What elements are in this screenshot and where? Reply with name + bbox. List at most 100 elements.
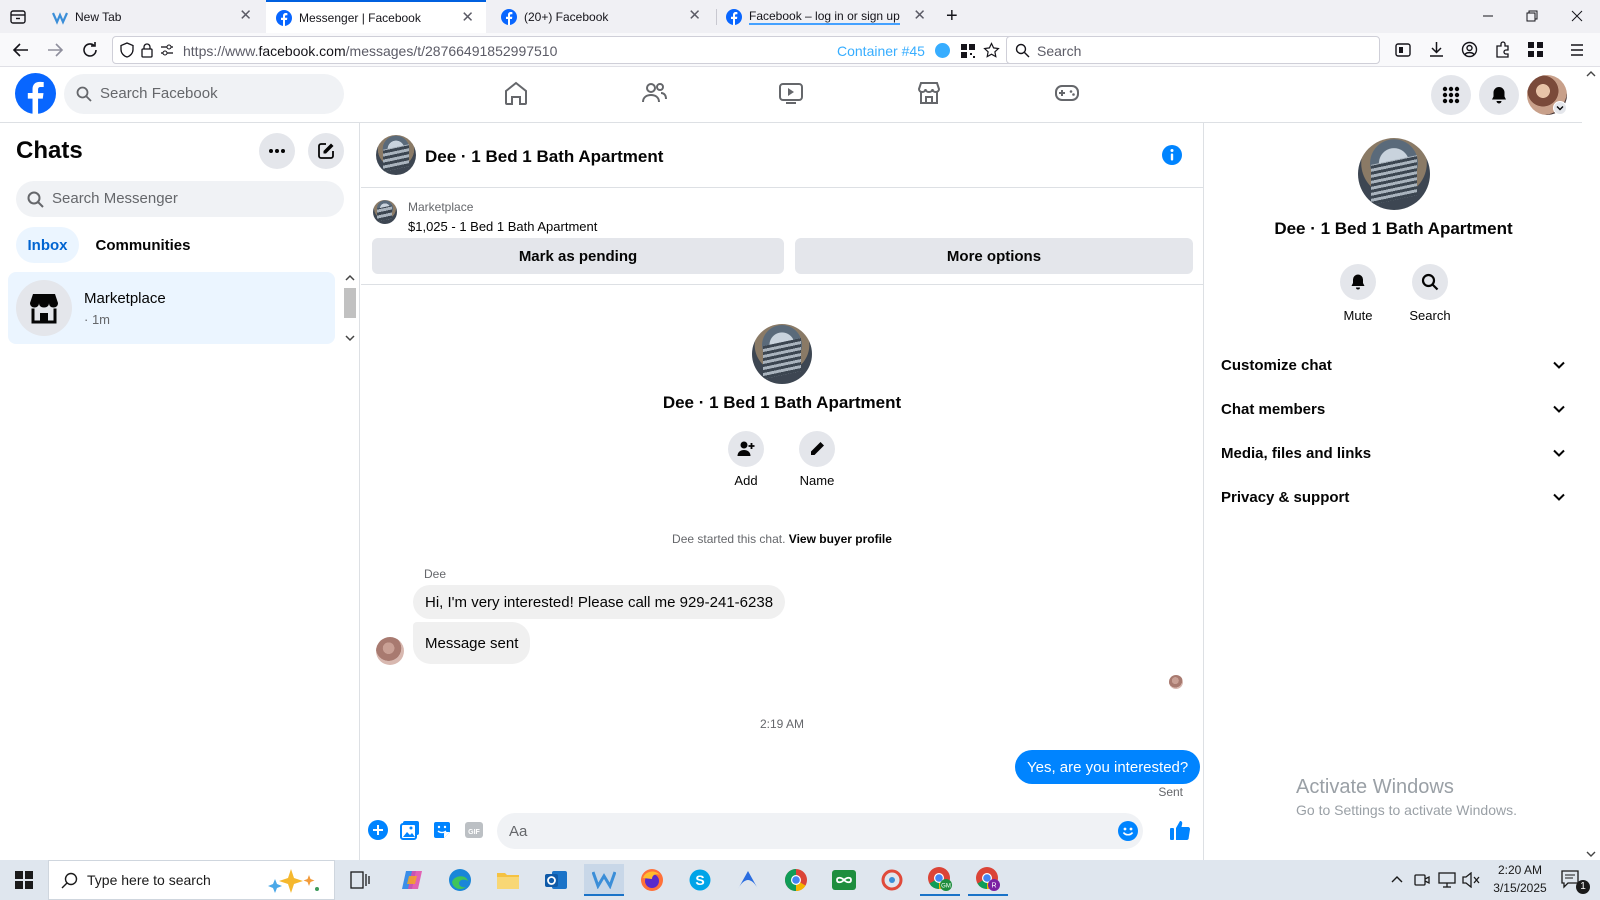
edge-browser-icon[interactable] (440, 864, 480, 896)
mark-as-pending-button[interactable]: Mark as pending (372, 238, 784, 274)
tab-list-icon[interactable] (9, 8, 27, 26)
extensions-icon[interactable] (1494, 41, 1511, 58)
customize-chat-section[interactable]: Customize chat (1221, 353, 1566, 377)
reader-view-icon[interactable] (1395, 42, 1411, 58)
listing-thumbnail[interactable] (373, 200, 397, 224)
info-icon[interactable] (1161, 144, 1183, 166)
tab-new-tab[interactable]: New Tab ✕ (42, 0, 264, 33)
back-arrow-icon[interactable] (12, 41, 30, 59)
nav-watch-icon[interactable] (778, 80, 804, 106)
sticker-icon[interactable] (432, 820, 452, 840)
chrome-profile-gm-icon[interactable]: GM (920, 864, 960, 896)
conversation-avatar[interactable] (376, 135, 416, 175)
nav-friends-icon[interactable] (641, 80, 667, 106)
listing-summary[interactable]: $1,025 - 1 Bed 1 Bath Apartment (408, 219, 597, 234)
shield-icon[interactable] (119, 42, 135, 58)
new-message-button[interactable] (308, 133, 344, 169)
account-chevron-icon[interactable] (1553, 101, 1567, 115)
menu-grid-button[interactable] (1431, 75, 1471, 115)
tab-facebook-login[interactable]: Facebook – log in or sign up ✕ (716, 0, 938, 33)
mute-button[interactable] (1340, 264, 1376, 300)
privacy-support-section[interactable]: Privacy & support (1221, 485, 1566, 509)
add-people-button[interactable] (728, 431, 764, 467)
chat-list-scrollbar[interactable] (343, 272, 357, 344)
wix-app-icon[interactable] (584, 864, 624, 896)
tab-inbox[interactable]: Inbox (16, 227, 79, 263)
attach-photo-icon[interactable] (400, 820, 420, 840)
address-bar[interactable]: https://www.facebook.com/messages/t/2876… (112, 36, 1126, 64)
task-view-icon[interactable] (340, 864, 380, 896)
close-tab-icon[interactable]: ✕ (913, 8, 926, 23)
new-tab-button[interactable]: + (946, 6, 958, 26)
gif-icon[interactable]: GIF (464, 820, 484, 840)
chat-members-section[interactable]: Chat members (1221, 397, 1566, 421)
browser-search-box[interactable]: Search (1006, 36, 1380, 64)
taskbar-search[interactable]: Type here to search (48, 860, 335, 900)
show-hidden-icons-chevron[interactable] (1390, 873, 1404, 887)
incoming-message[interactable]: Message sent (413, 622, 531, 664)
nav-gaming-icon[interactable] (1054, 80, 1080, 106)
composer-plus-icon[interactable] (368, 820, 388, 840)
downloads-icon[interactable] (1428, 41, 1445, 58)
nav-home-icon[interactable] (503, 80, 529, 106)
tab-communities[interactable]: Communities (88, 227, 198, 263)
extension-grid-icon[interactable] (1527, 41, 1544, 58)
arc-app-icon[interactable] (728, 864, 768, 896)
copilot-icon[interactable] (392, 864, 432, 896)
tab-facebook-notifications[interactable]: (20+) Facebook ✕ (491, 0, 713, 33)
container-label[interactable]: Container #45 (837, 43, 925, 59)
volume-muted-icon[interactable] (1462, 872, 1480, 888)
minimize-button[interactable] (1478, 6, 1498, 26)
chat-list-item[interactable]: Marketplace · 1m (8, 272, 335, 344)
media-files-links-section[interactable]: Media, files and links (1221, 441, 1566, 465)
qr-code-icon[interactable] (960, 43, 976, 59)
restore-button[interactable] (1522, 6, 1542, 26)
close-tab-icon[interactable]: ✕ (688, 8, 701, 23)
file-explorer-icon[interactable] (488, 864, 528, 896)
message-input[interactable]: Aa (497, 813, 1143, 849)
lock-icon[interactable] (139, 42, 155, 58)
sender-avatar[interactable] (376, 637, 404, 665)
skype-icon[interactable]: S (680, 864, 720, 896)
network-icon[interactable] (1438, 872, 1456, 888)
reload-icon[interactable] (81, 41, 99, 59)
chrome-icon[interactable] (776, 864, 816, 896)
chat-options-button[interactable] (259, 133, 295, 169)
menu-hamburger-icon[interactable] (1569, 42, 1585, 58)
infinity-app-icon[interactable] (824, 864, 864, 896)
facebook-search-bar[interactable]: Search Facebook (64, 74, 344, 114)
forward-arrow-icon[interactable] (46, 41, 64, 59)
clock-date[interactable]: 3/15/2025 (1480, 881, 1560, 895)
account-icon[interactable] (1461, 41, 1478, 58)
start-button[interactable] (4, 864, 44, 896)
outgoing-message[interactable]: Yes, are you interested? (1015, 750, 1201, 784)
close-window-button[interactable] (1567, 6, 1587, 26)
chat-intro-avatar[interactable] (752, 324, 812, 384)
facebook-logo-icon[interactable] (15, 73, 56, 114)
thumbs-up-icon[interactable] (1169, 819, 1191, 841)
close-tab-icon[interactable]: ✕ (239, 8, 252, 23)
emoji-icon[interactable] (1118, 821, 1138, 841)
name-chat-button[interactable] (799, 431, 835, 467)
page-scrollbar[interactable] (1582, 67, 1600, 860)
paint-app-icon[interactable] (872, 864, 912, 896)
conversation-title[interactable]: Dee · 1 Bed 1 Bath Apartment (425, 147, 663, 167)
tab-messenger[interactable]: Messenger | Facebook ✕ (266, 0, 486, 33)
notifications-button[interactable] (1479, 75, 1519, 115)
chrome-profile-r-icon[interactable]: R (968, 864, 1008, 896)
bookmark-star-icon[interactable] (983, 42, 1000, 59)
view-buyer-profile-link[interactable]: View buyer profile (789, 532, 892, 546)
nav-marketplace-icon[interactable] (916, 80, 942, 106)
outlook-icon[interactable] (536, 864, 576, 896)
close-tab-icon[interactable]: ✕ (461, 10, 474, 25)
more-options-button[interactable]: More options (795, 238, 1193, 274)
search-conversation-button[interactable] (1412, 264, 1448, 300)
firefox-icon[interactable] (632, 864, 672, 896)
url-text[interactable]: https://www.facebook.com/messages/t/2876… (183, 43, 557, 59)
details-avatar[interactable] (1358, 138, 1430, 210)
meet-now-icon[interactable] (1414, 872, 1430, 888)
permissions-icon[interactable] (159, 42, 175, 58)
incoming-message[interactable]: Hi, I'm very interested! Please call me … (413, 585, 786, 619)
clock-time[interactable]: 2:20 AM (1480, 863, 1560, 877)
messenger-search-bar[interactable]: Search Messenger (16, 181, 344, 217)
